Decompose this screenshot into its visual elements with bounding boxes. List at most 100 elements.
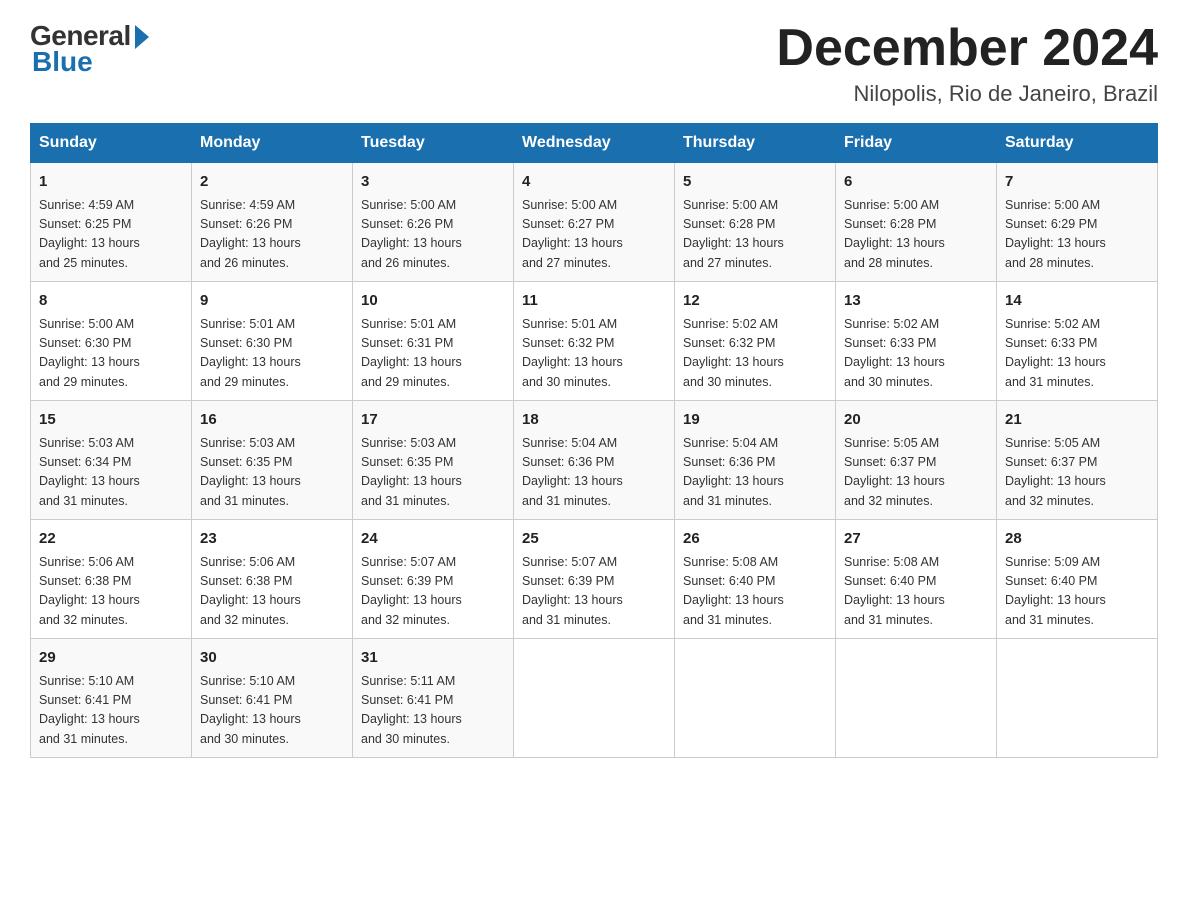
calendar-cell: 30Sunrise: 5:10 AMSunset: 6:41 PMDayligh… bbox=[192, 639, 353, 758]
calendar-header-row: Sunday Monday Tuesday Wednesday Thursday… bbox=[31, 124, 1158, 163]
day-info: Sunrise: 4:59 AMSunset: 6:26 PMDaylight:… bbox=[200, 196, 344, 274]
logo-arrow-icon bbox=[135, 25, 149, 49]
day-info: Sunrise: 5:05 AMSunset: 6:37 PMDaylight:… bbox=[1005, 434, 1149, 512]
day-info: Sunrise: 5:06 AMSunset: 6:38 PMDaylight:… bbox=[39, 553, 183, 631]
day-info: Sunrise: 5:02 AMSunset: 6:33 PMDaylight:… bbox=[1005, 315, 1149, 393]
day-info: Sunrise: 5:03 AMSunset: 6:34 PMDaylight:… bbox=[39, 434, 183, 512]
day-info: Sunrise: 5:03 AMSunset: 6:35 PMDaylight:… bbox=[200, 434, 344, 512]
day-info: Sunrise: 5:08 AMSunset: 6:40 PMDaylight:… bbox=[844, 553, 988, 631]
calendar-cell: 7Sunrise: 5:00 AMSunset: 6:29 PMDaylight… bbox=[997, 163, 1158, 282]
calendar-cell bbox=[675, 639, 836, 758]
day-number: 2 bbox=[200, 171, 344, 194]
day-info: Sunrise: 5:10 AMSunset: 6:41 PMDaylight:… bbox=[39, 672, 183, 750]
day-number: 24 bbox=[361, 528, 505, 551]
day-info: Sunrise: 5:08 AMSunset: 6:40 PMDaylight:… bbox=[683, 553, 827, 631]
day-info: Sunrise: 5:02 AMSunset: 6:33 PMDaylight:… bbox=[844, 315, 988, 393]
calendar-cell: 31Sunrise: 5:11 AMSunset: 6:41 PMDayligh… bbox=[353, 639, 514, 758]
day-number: 5 bbox=[683, 171, 827, 194]
day-number: 22 bbox=[39, 528, 183, 551]
calendar-cell: 3Sunrise: 5:00 AMSunset: 6:26 PMDaylight… bbox=[353, 163, 514, 282]
day-info: Sunrise: 5:00 AMSunset: 6:29 PMDaylight:… bbox=[1005, 196, 1149, 274]
day-info: Sunrise: 5:10 AMSunset: 6:41 PMDaylight:… bbox=[200, 672, 344, 750]
day-number: 17 bbox=[361, 409, 505, 432]
day-number: 16 bbox=[200, 409, 344, 432]
day-info: Sunrise: 5:03 AMSunset: 6:35 PMDaylight:… bbox=[361, 434, 505, 512]
calendar-cell: 13Sunrise: 5:02 AMSunset: 6:33 PMDayligh… bbox=[836, 282, 997, 401]
calendar-week-row-1: 1Sunrise: 4:59 AMSunset: 6:25 PMDaylight… bbox=[31, 163, 1158, 282]
day-number: 29 bbox=[39, 647, 183, 670]
day-info: Sunrise: 5:02 AMSunset: 6:32 PMDaylight:… bbox=[683, 315, 827, 393]
header-friday: Friday bbox=[836, 124, 997, 163]
calendar-cell bbox=[836, 639, 997, 758]
day-number: 9 bbox=[200, 290, 344, 313]
day-info: Sunrise: 5:00 AMSunset: 6:28 PMDaylight:… bbox=[683, 196, 827, 274]
day-number: 12 bbox=[683, 290, 827, 313]
day-info: Sunrise: 5:05 AMSunset: 6:37 PMDaylight:… bbox=[844, 434, 988, 512]
day-number: 8 bbox=[39, 290, 183, 313]
day-number: 14 bbox=[1005, 290, 1149, 313]
calendar-cell bbox=[997, 639, 1158, 758]
day-info: Sunrise: 5:00 AMSunset: 6:28 PMDaylight:… bbox=[844, 196, 988, 274]
day-number: 11 bbox=[522, 290, 666, 313]
day-number: 30 bbox=[200, 647, 344, 670]
calendar-cell: 2Sunrise: 4:59 AMSunset: 6:26 PMDaylight… bbox=[192, 163, 353, 282]
day-number: 21 bbox=[1005, 409, 1149, 432]
calendar-cell: 27Sunrise: 5:08 AMSunset: 6:40 PMDayligh… bbox=[836, 520, 997, 639]
logo: General Blue bbox=[30, 20, 149, 78]
calendar-cell: 29Sunrise: 5:10 AMSunset: 6:41 PMDayligh… bbox=[31, 639, 192, 758]
calendar-cell: 15Sunrise: 5:03 AMSunset: 6:34 PMDayligh… bbox=[31, 401, 192, 520]
calendar-week-row-5: 29Sunrise: 5:10 AMSunset: 6:41 PMDayligh… bbox=[31, 639, 1158, 758]
header-wednesday: Wednesday bbox=[514, 124, 675, 163]
day-info: Sunrise: 5:01 AMSunset: 6:32 PMDaylight:… bbox=[522, 315, 666, 393]
day-number: 19 bbox=[683, 409, 827, 432]
calendar-cell: 26Sunrise: 5:08 AMSunset: 6:40 PMDayligh… bbox=[675, 520, 836, 639]
calendar-week-row-3: 15Sunrise: 5:03 AMSunset: 6:34 PMDayligh… bbox=[31, 401, 1158, 520]
calendar-cell: 23Sunrise: 5:06 AMSunset: 6:38 PMDayligh… bbox=[192, 520, 353, 639]
day-info: Sunrise: 5:07 AMSunset: 6:39 PMDaylight:… bbox=[522, 553, 666, 631]
day-info: Sunrise: 5:00 AMSunset: 6:26 PMDaylight:… bbox=[361, 196, 505, 274]
title-area: December 2024 Nilopolis, Rio de Janeiro,… bbox=[776, 20, 1158, 107]
calendar-cell: 20Sunrise: 5:05 AMSunset: 6:37 PMDayligh… bbox=[836, 401, 997, 520]
day-number: 27 bbox=[844, 528, 988, 551]
calendar-cell: 22Sunrise: 5:06 AMSunset: 6:38 PMDayligh… bbox=[31, 520, 192, 639]
day-number: 28 bbox=[1005, 528, 1149, 551]
day-number: 10 bbox=[361, 290, 505, 313]
day-info: Sunrise: 5:01 AMSunset: 6:31 PMDaylight:… bbox=[361, 315, 505, 393]
page-header: General Blue December 2024 Nilopolis, Ri… bbox=[30, 20, 1158, 107]
calendar-cell: 1Sunrise: 4:59 AMSunset: 6:25 PMDaylight… bbox=[31, 163, 192, 282]
day-number: 18 bbox=[522, 409, 666, 432]
day-info: Sunrise: 5:04 AMSunset: 6:36 PMDaylight:… bbox=[522, 434, 666, 512]
day-number: 20 bbox=[844, 409, 988, 432]
calendar-cell: 21Sunrise: 5:05 AMSunset: 6:37 PMDayligh… bbox=[997, 401, 1158, 520]
day-info: Sunrise: 5:04 AMSunset: 6:36 PMDaylight:… bbox=[683, 434, 827, 512]
day-number: 25 bbox=[522, 528, 666, 551]
calendar-cell bbox=[514, 639, 675, 758]
day-number: 1 bbox=[39, 171, 183, 194]
day-info: Sunrise: 5:01 AMSunset: 6:30 PMDaylight:… bbox=[200, 315, 344, 393]
day-info: Sunrise: 5:00 AMSunset: 6:27 PMDaylight:… bbox=[522, 196, 666, 274]
calendar-cell: 28Sunrise: 5:09 AMSunset: 6:40 PMDayligh… bbox=[997, 520, 1158, 639]
day-info: Sunrise: 5:07 AMSunset: 6:39 PMDaylight:… bbox=[361, 553, 505, 631]
day-number: 3 bbox=[361, 171, 505, 194]
day-info: Sunrise: 5:09 AMSunset: 6:40 PMDaylight:… bbox=[1005, 553, 1149, 631]
day-info: Sunrise: 5:00 AMSunset: 6:30 PMDaylight:… bbox=[39, 315, 183, 393]
day-info: Sunrise: 5:11 AMSunset: 6:41 PMDaylight:… bbox=[361, 672, 505, 750]
calendar-table: Sunday Monday Tuesday Wednesday Thursday… bbox=[30, 123, 1158, 758]
day-number: 15 bbox=[39, 409, 183, 432]
calendar-cell: 19Sunrise: 5:04 AMSunset: 6:36 PMDayligh… bbox=[675, 401, 836, 520]
day-info: Sunrise: 4:59 AMSunset: 6:25 PMDaylight:… bbox=[39, 196, 183, 274]
day-number: 23 bbox=[200, 528, 344, 551]
calendar-cell: 5Sunrise: 5:00 AMSunset: 6:28 PMDaylight… bbox=[675, 163, 836, 282]
month-title: December 2024 bbox=[776, 20, 1158, 77]
calendar-cell: 24Sunrise: 5:07 AMSunset: 6:39 PMDayligh… bbox=[353, 520, 514, 639]
header-thursday: Thursday bbox=[675, 124, 836, 163]
calendar-cell: 25Sunrise: 5:07 AMSunset: 6:39 PMDayligh… bbox=[514, 520, 675, 639]
day-number: 13 bbox=[844, 290, 988, 313]
day-number: 31 bbox=[361, 647, 505, 670]
calendar-cell: 17Sunrise: 5:03 AMSunset: 6:35 PMDayligh… bbox=[353, 401, 514, 520]
day-number: 26 bbox=[683, 528, 827, 551]
calendar-cell: 18Sunrise: 5:04 AMSunset: 6:36 PMDayligh… bbox=[514, 401, 675, 520]
calendar-week-row-4: 22Sunrise: 5:06 AMSunset: 6:38 PMDayligh… bbox=[31, 520, 1158, 639]
calendar-cell: 6Sunrise: 5:00 AMSunset: 6:28 PMDaylight… bbox=[836, 163, 997, 282]
header-saturday: Saturday bbox=[997, 124, 1158, 163]
